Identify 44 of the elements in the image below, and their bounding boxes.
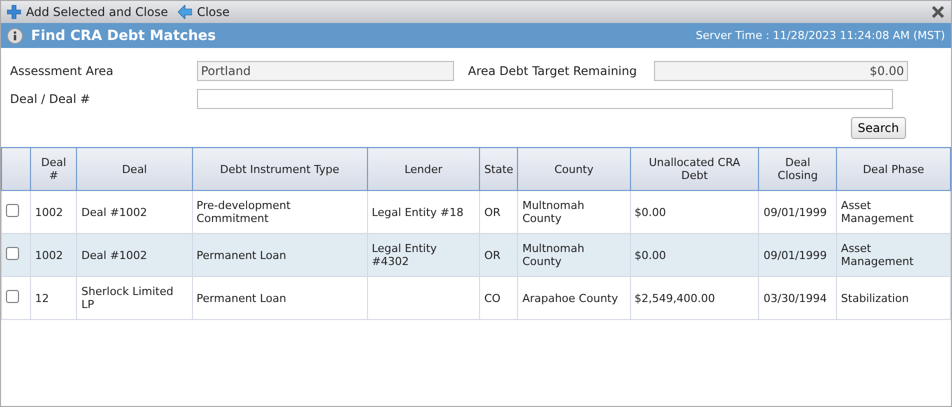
server-time: Server Time : 11/28/2023 11:24:08 AM (MST) [696,29,945,42]
table-cell: Sherlock Limited LP [76,276,192,320]
column-header[interactable]: Deal # [30,148,77,190]
table-cell: Multnomah County [518,234,630,276]
column-header[interactable]: Deal Phase [836,148,950,190]
assessment-area-field[interactable]: Portland [197,61,454,81]
field-label: Assessment Area [10,64,114,78]
column-header[interactable]: Lender [367,148,480,190]
dialog-title: Find CRA Debt Matches [31,28,216,44]
table-cell: Asset Management [836,234,950,276]
column-header[interactable]: County [518,148,630,190]
info-icon [7,28,23,44]
column-header[interactable]: Deal [76,148,192,190]
table-cell: Permanent Loan [192,276,368,320]
table-cell: Permanent Loan [192,234,368,276]
table-cell: Stabilization [836,276,950,320]
table-cell: 03/30/1994 [758,276,837,320]
table-cell: CO [480,276,518,320]
close-button[interactable]: Close [172,1,234,23]
table-cell: OR [480,234,518,276]
table-cell: Arapahoe County [518,276,630,320]
column-header[interactable]: Unallocated CRA Debt [630,148,759,190]
column-header[interactable]: Debt Instrument Type [192,148,368,190]
field-label: Deal / Deal # [10,92,92,106]
add-selected-button[interactable]: Add Selected and Close [1,1,172,23]
close-icon[interactable] [931,5,945,19]
row-checkbox[interactable] [6,290,19,303]
column-header[interactable]: State [480,148,518,190]
row-checkbox[interactable] [6,247,19,260]
row-checkbox[interactable] [6,204,19,217]
search-button[interactable]: Search [850,117,906,139]
debt-target-field[interactable]: $0.00 [654,61,908,81]
table-cell: 09/01/1999 [758,234,837,276]
table-cell: 1002 [30,234,77,276]
table-cell: Deal #1002 [76,234,192,276]
table-cell: 12 [30,276,77,320]
plus-icon [7,5,21,19]
deal-field[interactable] [197,89,893,109]
field-label: Area Debt Target Remaining [468,64,638,78]
left-arrow-icon [178,5,192,19]
table-cell: Legal Entity #4302 [367,234,480,276]
table-cell: $2,549,400.00 [630,276,759,320]
table-cell: $0.00 [630,234,759,276]
column-header[interactable]: Deal Closing [758,148,837,190]
